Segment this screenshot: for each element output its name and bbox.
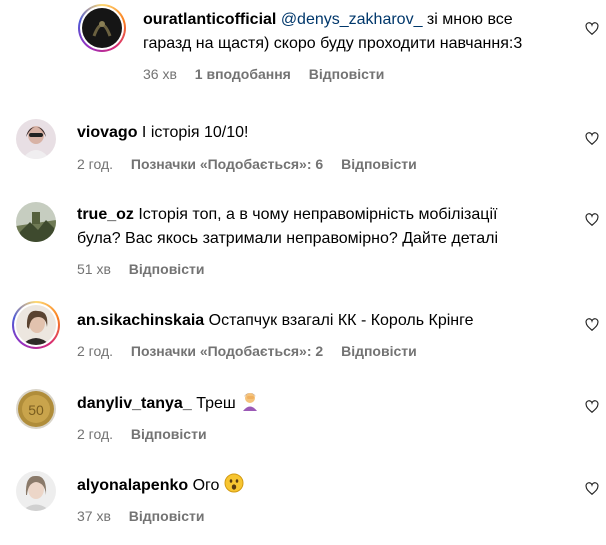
comment-username[interactable]: an.sikachinskaia (77, 312, 204, 329)
comment-username[interactable]: ouratlanticofficial (143, 11, 276, 28)
avatar[interactable] (16, 471, 56, 511)
heart-outline-icon[interactable] (585, 132, 599, 146)
like-count[interactable]: 1 вподобання (195, 66, 291, 82)
comment-meta: 37 хв Відповісти (77, 507, 218, 525)
reply-button[interactable]: Відповісти (129, 261, 205, 277)
comment-time[interactable]: 36 хв (143, 66, 177, 82)
comment-body: зі мною все (426, 11, 513, 28)
comment-text: ouratlanticofficial @denys_zakharov_ зі … (143, 8, 583, 56)
comment-meta: 51 хв Відповісти (77, 260, 218, 278)
heart-outline-icon[interactable] (585, 213, 599, 227)
comment-text: alyonalapenko Ого (77, 473, 567, 501)
comment-text: true_oz Історія топ, а в чому неправомір… (77, 203, 567, 251)
comment-meta: 2 год. Відповісти (77, 425, 221, 443)
comment-username[interactable]: danyliv_tanya_ (77, 395, 192, 412)
like-count[interactable]: Позначки «Подобається»: 2 (131, 343, 323, 359)
reply-button[interactable]: Відповісти (129, 508, 205, 524)
comment-username[interactable]: alyonalapenko (77, 477, 188, 494)
comment-body: І історія 10/10! (141, 124, 249, 141)
comment-meta: 2 год. Позначки «Подобається»: 6 Відпові… (77, 155, 431, 173)
comment-text: viovago І історія 10/10! (77, 121, 557, 145)
avatar[interactable] (82, 8, 122, 48)
comment-body-line2: гаразд на щастя) скоро буду проходити на… (143, 35, 523, 52)
avatar[interactable] (16, 305, 56, 345)
comment-mention[interactable]: @denys_zakharov_ (281, 11, 423, 28)
comment-time[interactable]: 37 хв (77, 508, 111, 524)
avatar[interactable]: 50 (16, 389, 56, 429)
comment-meta: 36 хв 1 вподобання Відповісти (143, 65, 398, 83)
comment-time[interactable]: 51 хв (77, 261, 111, 277)
heart-outline-icon[interactable] (585, 482, 599, 496)
comment-body: Історія топ, а в чому неправомірність мо… (138, 206, 498, 223)
story-ring[interactable] (78, 4, 126, 52)
avatar[interactable] (16, 119, 56, 159)
comment-body: Треш (196, 395, 236, 412)
reply-button[interactable]: Відповісти (341, 343, 417, 359)
avatar[interactable] (16, 202, 56, 242)
comment-time[interactable]: 2 год. (77, 426, 113, 442)
comment-text: an.sikachinskaia Остапчук взагалі КК - К… (77, 309, 567, 333)
svg-text:50: 50 (28, 402, 44, 418)
woman-facepalming-emoji (240, 391, 260, 419)
heart-outline-icon[interactable] (585, 22, 599, 36)
comment-username[interactable]: viovago (77, 124, 137, 141)
story-ring[interactable] (12, 301, 60, 349)
comment-body: Остапчук взагалі КК - Король Крінге (208, 312, 474, 329)
astonished-face-emoji (224, 473, 244, 501)
comment-meta: 2 год. Позначки «Подобається»: 2 Відпові… (77, 342, 431, 360)
reply-button[interactable]: Відповісти (309, 66, 385, 82)
comment-text: danyliv_tanya_ Треш (77, 391, 567, 419)
heart-outline-icon[interactable] (585, 318, 599, 332)
comment-body: Ого (192, 477, 220, 494)
like-count[interactable]: Позначки «Подобається»: 6 (131, 156, 323, 172)
comment-body-line2: була? Вас якось затримали неправомірно? … (77, 230, 498, 247)
comment-time[interactable]: 2 год. (77, 156, 113, 172)
reply-button[interactable]: Відповісти (341, 156, 417, 172)
reply-button[interactable]: Відповісти (131, 426, 207, 442)
heart-outline-icon[interactable] (585, 400, 599, 414)
comment-username[interactable]: true_oz (77, 206, 134, 223)
comment-time[interactable]: 2 год. (77, 343, 113, 359)
